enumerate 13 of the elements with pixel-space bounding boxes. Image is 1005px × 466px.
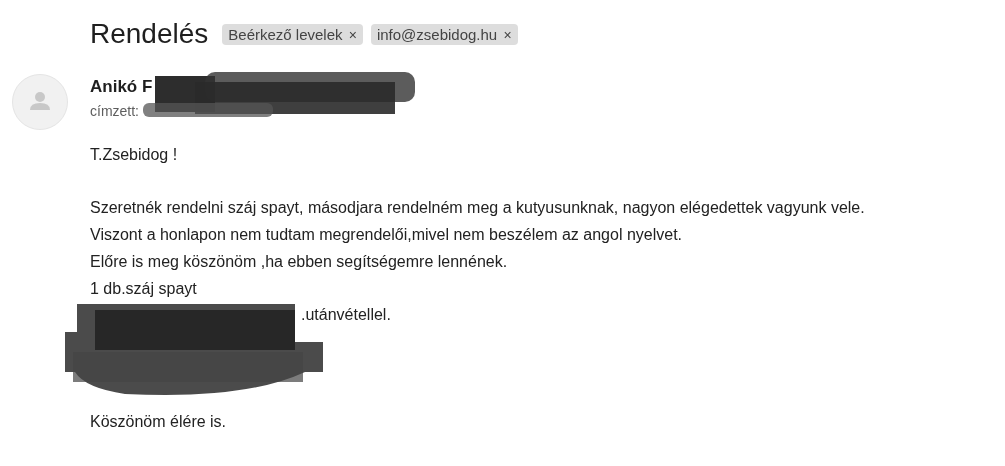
sender-name: Anikó F — [90, 77, 153, 97]
label-chip[interactable]: Beérkező levelek × — [222, 23, 363, 45]
message-line: T.Zsebidog ! — [90, 145, 179, 165]
message-line: Szeretnék rendelni száj spayt, másodjara rendelném meg a kutyusunknak, nagyon elégedettek vagyunk vele. — [90, 198, 866, 219]
avatar-icon — [12, 74, 68, 130]
message-line: .utánvétellel. — [301, 305, 391, 326]
message-line: Köszönöm élére is. — [90, 411, 228, 432]
message-line: 1 db.száj spayt — [90, 278, 198, 299]
recipient-label: címzett: — [90, 103, 139, 119]
message-line: Előre is meg köszönöm ,ha ebben segítségemre lennének. — [90, 251, 509, 272]
email-subject: Rendelés — [90, 18, 209, 50]
message-line: Viszont a honlapon nem tudtam megrendelői,mivel nem beszélem az angol nyelvet. — [90, 225, 684, 246]
label-chip[interactable]: info@zsebidog.hu × — [370, 23, 518, 45]
